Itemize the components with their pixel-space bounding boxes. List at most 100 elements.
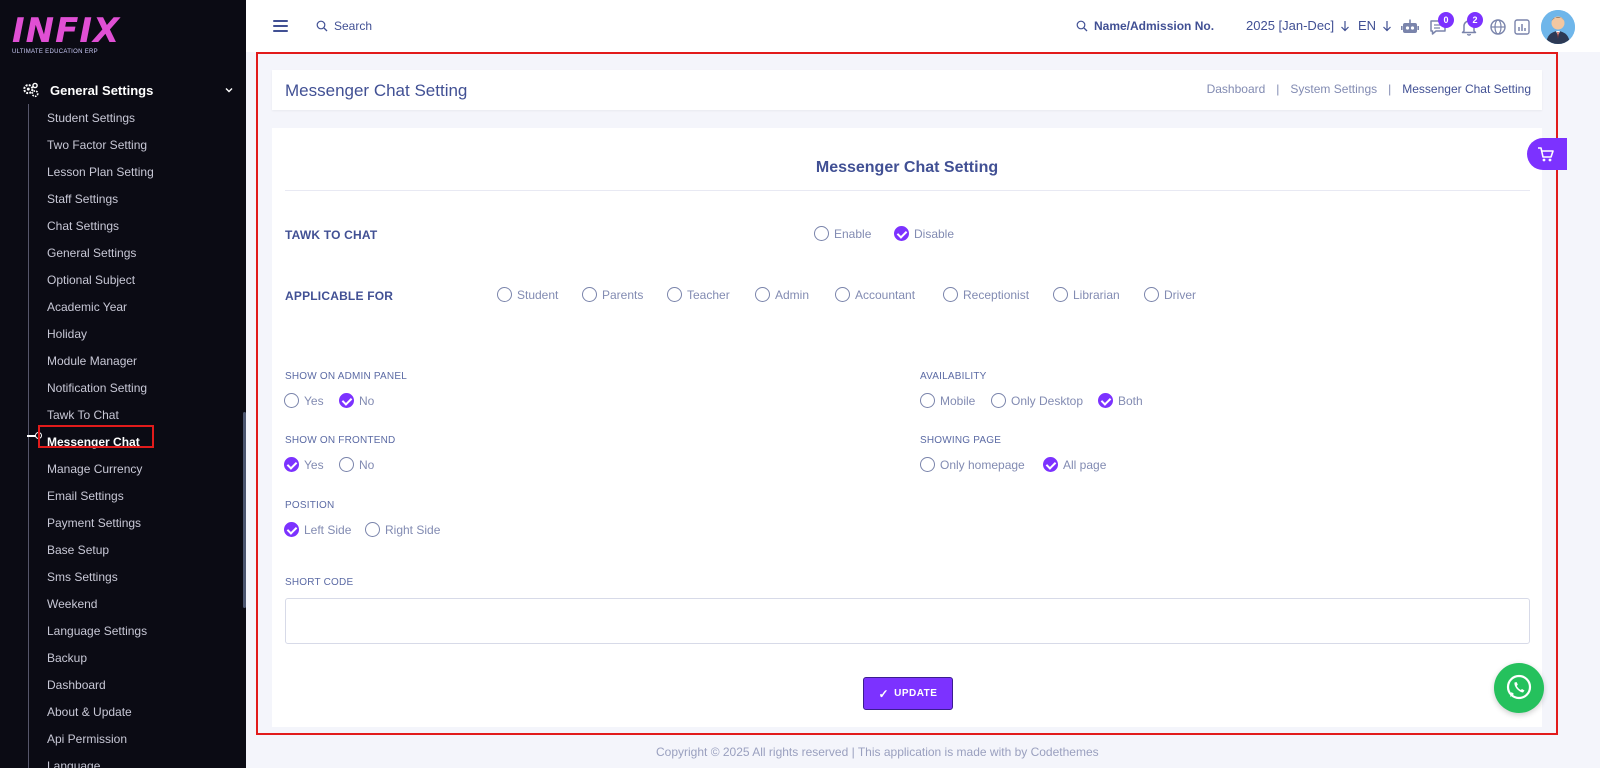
search-box[interactable]: Search [316, 19, 372, 33]
applicable-receptionist-radio[interactable]: Receptionist [943, 287, 1029, 302]
availability-desktop-radio[interactable]: Only Desktop [991, 393, 1083, 408]
academic-year-select[interactable]: 2025 [Jan-Dec] [1246, 18, 1350, 33]
frontend-yes-label: Yes [304, 457, 324, 472]
showing-page-label: SHOWING PAGE [920, 435, 1002, 446]
sidebar-item-two-factor-setting[interactable]: Two Factor Setting [47, 135, 154, 162]
applicable-driver-radio[interactable]: Driver [1144, 287, 1196, 302]
radio-circle-checked [284, 522, 299, 537]
show-on-admin-panel-label: SHOW ON ADMIN PANEL [285, 371, 407, 382]
radio-circle [920, 457, 935, 472]
breadcrumb-dashboard[interactable]: Dashboard [1207, 82, 1266, 96]
radio-circle [991, 393, 1006, 408]
whatsapp-button[interactable] [1494, 663, 1544, 713]
sidebar-group-label: General Settings [50, 82, 154, 98]
applicable-student-radio[interactable]: Student [497, 287, 558, 302]
frontend-no-radio[interactable]: No [339, 457, 374, 472]
short-code-label: SHORT CODE [285, 577, 354, 588]
radio-circle [582, 287, 597, 302]
sidebar-item-backup[interactable]: Backup [47, 648, 154, 675]
tawk-disable-radio[interactable]: Disable [894, 226, 954, 241]
sidebar-item-weekend[interactable]: Weekend [47, 594, 154, 621]
sidebar-item-general-settings[interactable]: General Settings [47, 243, 154, 270]
position-right-label: Right Side [385, 522, 441, 537]
user-avatar[interactable] [1541, 10, 1575, 44]
sidebar-item-language[interactable]: Language [47, 756, 154, 768]
availability-mobile-radio[interactable]: Mobile [920, 393, 975, 408]
sidebar-item-academic-year[interactable]: Academic Year [47, 297, 154, 324]
search-icon [316, 20, 328, 32]
menu-icon[interactable] [273, 20, 288, 34]
logo[interactable]: INFIX ULTIMATE EDUCATION ERP [12, 14, 122, 58]
sidebar-item-staff-settings[interactable]: Staff Settings [47, 189, 154, 216]
applicable-student-label: Student [517, 287, 559, 302]
radio-circle [365, 522, 380, 537]
applicable-admin-radio[interactable]: Admin [755, 287, 809, 302]
language-select[interactable]: EN [1358, 18, 1392, 33]
sidebar-scrollbar[interactable] [243, 412, 246, 608]
radio-circle-checked [1043, 457, 1058, 472]
logo-text: INFIX [12, 11, 121, 51]
availability-both-radio[interactable]: Both [1098, 393, 1143, 408]
applicable-accountant-radio[interactable]: Accountant [835, 287, 915, 302]
radio-circle [835, 287, 850, 302]
applicable-parents-label: Parents [602, 287, 644, 302]
sidebar-group-general-settings[interactable]: General Settings [22, 80, 234, 100]
sidebar-item-base-setup[interactable]: Base Setup [47, 540, 154, 567]
radio-circle-checked [339, 393, 354, 408]
report-icon[interactable] [1512, 17, 1532, 37]
sidebar-item-holiday[interactable]: Holiday [47, 324, 154, 351]
footer-copyright: Copyright © 2025 All rights reserved | T… [656, 745, 1099, 759]
search-label: Search [334, 19, 373, 33]
robot-icon[interactable] [1400, 17, 1420, 37]
student-search-box[interactable]: Name/Admission No. [1076, 19, 1214, 33]
cart-icon [1538, 147, 1554, 162]
short-code-textarea[interactable] [285, 598, 1530, 644]
breadcrumb-system-settings[interactable]: System Settings [1290, 82, 1377, 96]
showing-page-home-label: Only homepage [940, 457, 1025, 472]
globe-icon[interactable] [1488, 17, 1508, 37]
sidebar-item-lesson-plan-setting[interactable]: Lesson Plan Setting [47, 162, 154, 189]
chevron-down-icon [225, 88, 233, 93]
sidebar-item-module-manager[interactable]: Module Manager [47, 351, 154, 378]
sidebar: INFIX ULTIMATE EDUCATION ERP General Set… [0, 0, 246, 768]
availability-label: AVAILABILITY [920, 371, 987, 382]
sidebar-item-dashboard[interactable]: Dashboard [47, 675, 154, 702]
sidebar-item-chat-settings[interactable]: Chat Settings [47, 216, 154, 243]
applicable-teacher-radio[interactable]: Teacher [667, 287, 730, 302]
frontend-yes-radio[interactable]: Yes [284, 457, 324, 472]
sidebar-item-email-settings[interactable]: Email Settings [47, 486, 154, 513]
tawk-enable-radio[interactable]: Enable [814, 226, 871, 241]
position-left-radio[interactable]: Left Side [284, 522, 351, 537]
sidebar-item-notification-setting[interactable]: Notification Setting [47, 378, 154, 405]
tawk-to-chat-label: TAWK TO CHAT [285, 228, 378, 242]
sidebar-item-payment-settings[interactable]: Payment Settings [47, 513, 154, 540]
sidebar-item-manage-currency[interactable]: Manage Currency [47, 459, 154, 486]
whatsapp-icon [1506, 674, 1532, 700]
search-icon [1076, 20, 1088, 32]
applicable-librarian-label: Librarian [1073, 287, 1120, 302]
sidebar-item-about-update[interactable]: About & Update [47, 702, 154, 729]
radio-circle [920, 393, 935, 408]
admin-panel-yes-radio[interactable]: Yes [284, 393, 324, 408]
applicable-parents-radio[interactable]: Parents [582, 287, 643, 302]
sidebar-item-sms-settings[interactable]: Sms Settings [47, 567, 154, 594]
position-label: POSITION [285, 500, 335, 511]
admin-panel-no-radio[interactable]: No [339, 393, 374, 408]
sidebar-item-language-settings[interactable]: Language Settings [47, 621, 154, 648]
showing-page-home-radio[interactable]: Only homepage [920, 457, 1025, 472]
applicable-librarian-radio[interactable]: Librarian [1053, 287, 1120, 302]
position-right-radio[interactable]: Right Side [365, 522, 440, 537]
sidebar-item-optional-subject[interactable]: Optional Subject [47, 270, 154, 297]
sidebar-item-student-settings[interactable]: Student Settings [47, 108, 154, 135]
applicable-receptionist-label: Receptionist [963, 287, 1030, 302]
applicable-teacher-label: Teacher [687, 287, 730, 302]
showing-page-all-radio[interactable]: All page [1043, 457, 1106, 472]
radio-circle [284, 393, 299, 408]
admin-panel-no-label: No [359, 393, 375, 408]
sidebar-item-api-permission[interactable]: Api Permission [47, 729, 154, 756]
update-button[interactable]: ✓ UPDATE [863, 677, 953, 710]
card-divider [285, 190, 1530, 191]
notification-badge: 2 [1467, 12, 1483, 28]
cart-tab[interactable] [1527, 138, 1567, 170]
breadcrumb-separator: | [1276, 82, 1280, 96]
